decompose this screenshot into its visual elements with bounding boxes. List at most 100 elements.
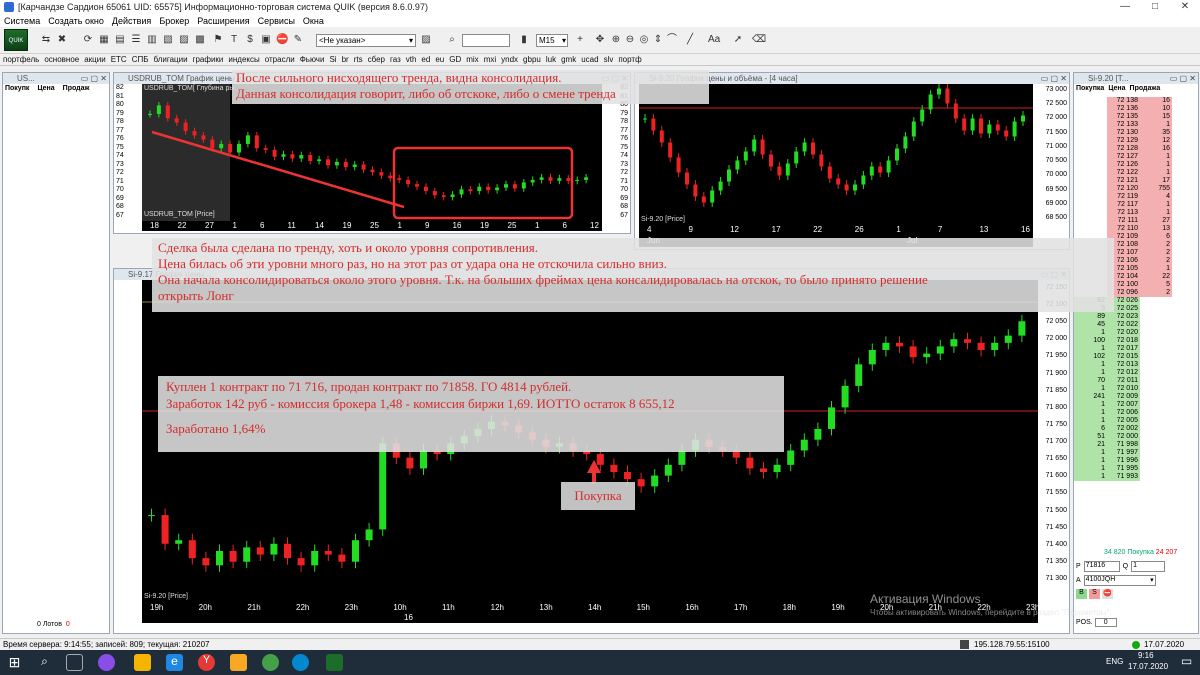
ask-row[interactable]: 72 113 1	[1074, 209, 1198, 217]
bid-row[interactable]: 21 71 998	[1074, 441, 1198, 449]
bid-row[interactable]: 1 72 005	[1074, 417, 1198, 425]
tab-8[interactable]: отрасли	[265, 55, 295, 64]
filter-icon[interactable]: ⚑	[212, 34, 224, 46]
bars-icon[interactable]: ▧	[162, 34, 174, 46]
add-indicator-icon[interactable]: +	[574, 34, 586, 46]
stop-order-icon[interactable]: ⛔	[1102, 589, 1113, 599]
close-button[interactable]: ✕	[1170, 0, 1200, 14]
ask-row[interactable]: 72 126 1	[1074, 161, 1198, 169]
interval-select[interactable]: M15 ▾	[536, 34, 568, 47]
edit-icon[interactable]: ✎	[292, 34, 304, 46]
ask-row[interactable]: 72 128 16	[1074, 145, 1198, 153]
ask-row[interactable]: 72 120 755	[1074, 185, 1198, 193]
tab-16[interactable]: ed	[421, 55, 430, 64]
ask-row[interactable]: 72 122 1	[1074, 169, 1198, 177]
tab-21[interactable]: yndx	[501, 55, 518, 64]
money-icon[interactable]: $	[244, 34, 256, 46]
grid-icon[interactable]: ▤	[114, 34, 126, 46]
search-icon[interactable]: ⌕	[446, 34, 458, 46]
bid-row[interactable]: 70 72 011	[1074, 377, 1198, 385]
bid-row[interactable]: 1 72 007	[1074, 401, 1198, 409]
tab-14[interactable]: газ	[390, 55, 401, 64]
tab-25[interactable]: ucad	[581, 55, 598, 64]
list-icon[interactable]: ☰	[130, 34, 142, 46]
line-tool-icon[interactable]: ╱	[684, 34, 696, 46]
tab-18[interactable]: GD	[449, 55, 461, 64]
tab-5[interactable]: блигации	[153, 55, 187, 64]
ask-row[interactable]: 72 111 27	[1074, 217, 1198, 225]
ask-row[interactable]: 72 110 13	[1074, 225, 1198, 233]
bid-row[interactable]: 241 72 009	[1074, 393, 1198, 401]
tab-15[interactable]: vth	[406, 55, 417, 64]
ask-row[interactable]: 72 136 10	[1074, 105, 1198, 113]
tab-9[interactable]: Фьючи	[300, 55, 325, 64]
account-select[interactable]: <Не указан> ▾	[316, 34, 416, 47]
sell-button[interactable]: S	[1089, 589, 1100, 599]
tab-0[interactable]: портфель	[3, 55, 39, 64]
tab-10[interactable]: Si	[329, 55, 336, 64]
tab-27[interactable]: портф	[618, 55, 641, 64]
tab-4[interactable]: СПБ	[132, 55, 149, 64]
tab-13[interactable]: сбер	[368, 55, 385, 64]
bid-row[interactable]: 6 72 002	[1074, 425, 1198, 433]
bid-row[interactable]: 100 72 018	[1074, 337, 1198, 345]
table-icon[interactable]: ▦	[98, 34, 110, 46]
chart2-plot[interactable]: Si-9.20 [Price]	[639, 84, 1033, 225]
bid-row[interactable]: 102 72 015	[1074, 353, 1198, 361]
bid-row[interactable]: 1 71 995	[1074, 465, 1198, 473]
tab-11[interactable]: br	[342, 55, 349, 64]
bid-row[interactable]: 89 72 023	[1074, 313, 1198, 321]
tab-2[interactable]: акции	[84, 55, 105, 64]
move-icon[interactable]: ✥	[594, 34, 606, 46]
quik-taskbar-icon[interactable]	[326, 654, 343, 671]
menu-item-extensions[interactable]: Расширения	[197, 16, 249, 26]
connect-icon[interactable]: ⇆	[40, 34, 52, 46]
windows-start-icon[interactable]: ⊞	[6, 654, 23, 671]
ask-row[interactable]: 72 121 17	[1074, 177, 1198, 185]
chart-icon[interactable]: ▥	[146, 34, 158, 46]
bid-row[interactable]: 1 72 012	[1074, 369, 1198, 377]
menu-item-windows[interactable]: Окна	[303, 16, 324, 26]
yandex-icon[interactable]: Y	[198, 654, 215, 671]
portfolio-icon[interactable]: ▣	[260, 34, 272, 46]
magnet-icon[interactable]: ⌒	[666, 34, 678, 46]
ask-row[interactable]: 72 130 35	[1074, 129, 1198, 137]
alice-icon[interactable]	[98, 654, 115, 671]
arrow-tool-icon[interactable]: ➚	[732, 34, 744, 46]
tab-19[interactable]: mix	[466, 55, 478, 64]
menu-item-create-window[interactable]: Создать окно	[48, 16, 104, 26]
ask-row[interactable]: 72 127 1	[1074, 153, 1198, 161]
zoom-in-icon[interactable]: ⊕	[610, 34, 622, 46]
language-indicator[interactable]: ENG	[1106, 657, 1123, 666]
bid-row[interactable]: 1 71 997	[1074, 449, 1198, 457]
zoom-out-icon[interactable]: ⊖	[624, 34, 636, 46]
bid-row[interactable]: 1 72 010	[1074, 385, 1198, 393]
menu-item-services[interactable]: Сервисы	[258, 16, 295, 26]
ask-row[interactable]: 72 119 4	[1074, 193, 1198, 201]
tab-12[interactable]: rts	[354, 55, 363, 64]
deals-icon[interactable]: ▩	[194, 34, 206, 46]
ask-row[interactable]: 72 129 12	[1074, 137, 1198, 145]
tab-1[interactable]: основное	[44, 55, 79, 64]
tab-20[interactable]: mxi	[484, 55, 496, 64]
bid-row[interactable]: 1 72 006	[1074, 409, 1198, 417]
shield-icon[interactable]	[230, 654, 247, 671]
chart1-plot[interactable]: USDRUB_TOM[ Глубина ры... USDRUB_TOM [Pr…	[142, 84, 602, 221]
tab-6[interactable]: графики	[193, 55, 224, 64]
clock-date[interactable]: 17.07.2020	[1128, 662, 1168, 671]
tab-24[interactable]: gmk	[561, 55, 576, 64]
tab-7[interactable]: индексы	[228, 55, 259, 64]
stop-order-icon[interactable]: ⛔	[276, 34, 288, 46]
menu-item-broker[interactable]: Брокер	[159, 16, 189, 26]
account-select-field[interactable]: 4100JQH ▾	[1083, 575, 1156, 586]
bid-row[interactable]: 1 71 996	[1074, 457, 1198, 465]
tab-26[interactable]: slv	[604, 55, 614, 64]
file-explorer-icon[interactable]	[134, 654, 151, 671]
edge-icon[interactable]: e	[166, 654, 183, 671]
tab-22[interactable]: gbpu	[523, 55, 541, 64]
ask-row[interactable]: 72 133 1	[1074, 121, 1198, 129]
disconnect-icon[interactable]: ✖	[56, 34, 68, 46]
orders-icon[interactable]: ▨	[178, 34, 190, 46]
eraser-icon[interactable]: ⌫	[752, 34, 766, 46]
task-view-icon[interactable]	[66, 654, 83, 671]
